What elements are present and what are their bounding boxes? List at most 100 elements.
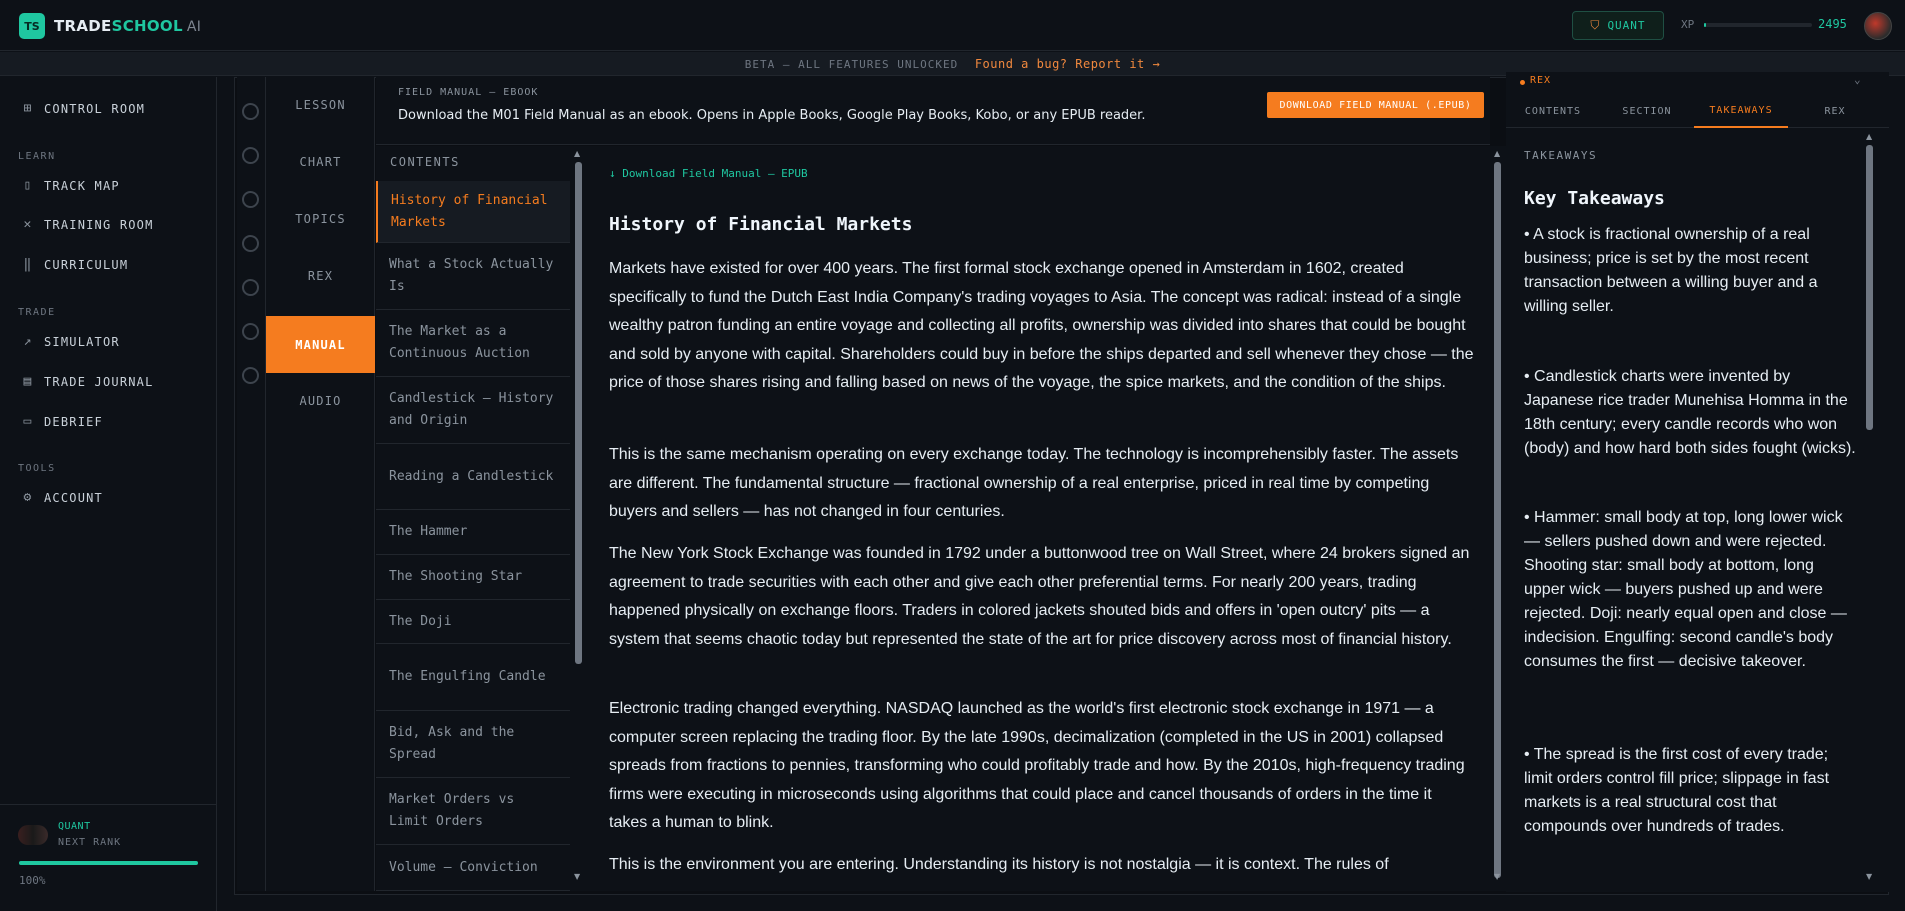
scroll-up-icon[interactable]: ▲ [574, 149, 580, 158]
paragraph: The New York Stock Exchange was founded … [609, 545, 1470, 648]
download-epub-button[interactable]: DOWNLOAD FIELD MANUAL (.EPUB) [1267, 92, 1484, 118]
takeaway-item: • Hammer: small body at top, long lower … [1524, 509, 1847, 670]
nav-section-trade: TRADE [18, 307, 56, 318]
rank-badge[interactable]: ⛉ QUANT [1572, 11, 1664, 40]
beta-notice: BETA — ALL FEATURES UNLOCKED [744, 58, 959, 71]
paragraph: This is the same mechanism operating on … [609, 446, 1459, 520]
scroll-down-icon[interactable]: ▼ [1494, 872, 1500, 881]
scroll-down-icon[interactable]: ▼ [1866, 872, 1872, 881]
nav-account[interactable]: ⚙ ACCOUNT [20, 490, 103, 505]
mode-tab-topics[interactable]: TOPICS [266, 212, 375, 226]
step-radio[interactable] [242, 367, 259, 384]
xp-label: XP [1681, 18, 1695, 31]
paragraph: Markets have existed for over 400 years.… [609, 260, 1474, 391]
toc-item[interactable]: The Shooting Star [376, 555, 570, 600]
chart-line-icon: ↗ [23, 334, 33, 349]
journal-icon: ▤ [23, 374, 33, 389]
nav-control-room[interactable]: ⊞ CONTROL ROOM [20, 101, 145, 116]
step-radio[interactable] [242, 323, 259, 340]
assistant-panel: REX ⌄ CONTENTS SECTION TAKEAWAYS REX TAK… [1506, 72, 1889, 892]
nav-trade-journal[interactable]: ▤ TRADE JOURNAL [20, 374, 154, 389]
table-of-contents: CONTENTS History of Financial Markets Wh… [376, 146, 570, 891]
mode-tab-manual[interactable]: MANUAL [266, 316, 375, 373]
library-icon: ‖ [23, 257, 33, 272]
toc-item[interactable]: Market Orders vs Limit Orders [376, 778, 570, 845]
rank-progress-fill [19, 861, 198, 865]
shield-icon: ⛉ [1590, 18, 1601, 32]
mode-tab-chart[interactable]: CHART [266, 155, 375, 169]
gear-icon: ⚙ [23, 490, 33, 505]
tab-section[interactable]: SECTION [1600, 94, 1694, 128]
paragraph: This is the environment you are entering… [609, 856, 1389, 873]
mode-tabs [266, 77, 375, 891]
step-radio[interactable] [242, 279, 259, 296]
rank-label: QUANT [1607, 19, 1646, 32]
toc-item[interactable]: The Hammer [376, 510, 570, 555]
toc-item[interactable]: The Market as a Continuous Auction [376, 310, 570, 377]
toc-item[interactable]: The Engulfing Candle [376, 644, 570, 711]
toc-item[interactable]: The Doji [376, 600, 570, 644]
takeaways-title: Key Takeaways [1524, 188, 1665, 209]
mode-tab-rex[interactable]: REX [266, 269, 375, 283]
toc-item[interactable]: Bid, Ask and the Spread [376, 711, 570, 778]
takeaways-body: TAKEAWAYS Key Takeaways • A stock is fra… [1506, 129, 1889, 892]
mode-tab-lesson[interactable]: LESSON [266, 98, 375, 112]
tab-rex[interactable]: REX [1788, 94, 1882, 128]
toc-scrollbar-thumb[interactable] [575, 162, 582, 664]
nav-debrief[interactable]: ▭ DEBRIEF [20, 414, 103, 429]
rank-progress-panel: QUANT NEXT RANK 100% [0, 804, 217, 911]
assistant-name: REX [1530, 75, 1552, 86]
takeaway-item: • The spread is the first cost of every … [1524, 746, 1830, 835]
nav-curriculum[interactable]: ‖ CURRICULUM [20, 257, 128, 272]
tab-takeaways[interactable]: TAKEAWAYS [1694, 94, 1788, 128]
chevron-down-icon[interactable]: ⌄ [1854, 73, 1861, 86]
toc-item[interactable]: Candlestick — History and Origin [376, 377, 570, 444]
section-title: History of Financial Markets [609, 214, 913, 235]
tab-contents[interactable]: CONTENTS [1506, 94, 1600, 128]
toc-title: CONTENTS [390, 155, 460, 169]
paragraph: Electronic trading changed everything. N… [609, 700, 1465, 831]
step-radio[interactable] [242, 191, 259, 208]
scroll-up-icon[interactable]: ▲ [1866, 132, 1872, 141]
toc-item[interactable]: Reading a Candlestick [376, 444, 570, 510]
tools-icon: ✕ [23, 217, 33, 232]
current-rank: QUANT [58, 821, 91, 832]
mode-tab-audio[interactable]: AUDIO [266, 394, 375, 408]
xp-progress-bar [1704, 23, 1812, 27]
step-radio[interactable] [242, 235, 259, 252]
toc-item[interactable]: What a Stock Actually Is [376, 243, 570, 310]
nav-section-learn: LEARN [18, 151, 56, 162]
xp-value: 2495 [1818, 17, 1847, 31]
scroll-up-icon[interactable]: ▲ [1494, 149, 1500, 158]
report-bug-link[interactable]: Found a bug? Report it → [975, 57, 1160, 71]
rank-progress-bar [19, 861, 198, 865]
content-scrollbar-thumb[interactable] [1494, 162, 1501, 878]
nav-track-map[interactable]: ▯ TRACK MAP [20, 178, 120, 193]
nav-section-tools: TOOLS [18, 463, 56, 474]
manual-content: ↓ Download Field Manual — EPUB History o… [587, 146, 1490, 891]
xp-progress-fill [1704, 23, 1707, 27]
nav-simulator[interactable]: ↗ SIMULATOR [20, 334, 120, 349]
step-radio[interactable] [242, 103, 259, 120]
takeaway-item: • Candlestick charts were invented by Ja… [1524, 368, 1856, 457]
download-epub-link[interactable]: ↓ Download Field Manual — EPUB [609, 167, 808, 180]
rank-avatar [18, 825, 48, 845]
map-icon: ▯ [23, 178, 33, 193]
manual-description: Download the M01 Field Manual as an eboo… [398, 108, 1146, 123]
dashboard-icon: ⊞ [23, 101, 33, 116]
logo-badge: TS [19, 13, 45, 39]
nav-training-room[interactable]: ✕ TRAINING ROOM [20, 217, 154, 232]
sidebar: ⊞ CONTROL ROOM LEARN ▯ TRACK MAP ✕ TRAINING… [0, 77, 217, 911]
panel-scrollbar-thumb[interactable] [1866, 145, 1873, 430]
panel-tabs: CONTENTS SECTION TAKEAWAYS REX [1506, 94, 1889, 128]
user-avatar[interactable] [1864, 12, 1892, 40]
manual-header: FIELD MANUAL — EBOOK Download the M01 Fi… [376, 77, 1490, 145]
step-radio[interactable] [242, 147, 259, 164]
app-logo[interactable]: TS TRADESCHOOL AI [19, 13, 201, 39]
assistant-header[interactable]: REX ⌄ [1506, 72, 1889, 94]
toc-item[interactable]: History of Financial Markets [376, 181, 570, 243]
toc-item[interactable]: Volume — Conviction [376, 845, 570, 891]
scroll-down-icon[interactable]: ▼ [574, 872, 580, 881]
takeaways-kicker: TAKEAWAYS [1524, 149, 1598, 162]
rank-progress-percent: 100% [19, 874, 46, 887]
